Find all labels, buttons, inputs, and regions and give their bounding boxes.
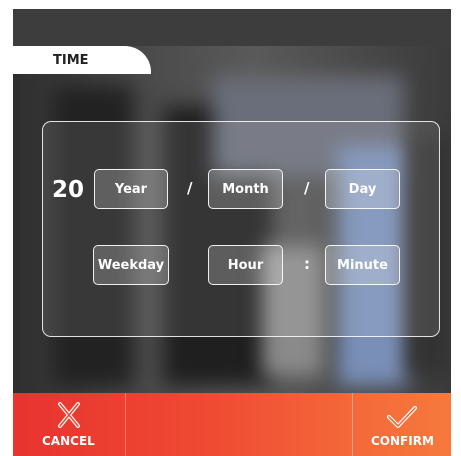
weekday-field-label: Weekday — [97, 257, 165, 273]
confirm-label: CONFIRM — [371, 434, 434, 448]
minute-field[interactable]: Minute — [325, 245, 400, 285]
cancel-button[interactable]: CANCEL — [13, 393, 125, 456]
day-field-label: Day — [348, 181, 377, 197]
minute-field-label: Minute — [337, 257, 388, 273]
datetime-panel — [42, 121, 440, 337]
time-tab-label: TIME — [53, 53, 89, 68]
year-field-label: Year — [114, 181, 148, 197]
time-tab: TIME — [13, 46, 151, 74]
month-field-label: Month — [222, 181, 269, 197]
time-separator: : — [304, 255, 310, 273]
confirm-button[interactable]: CONFIRM — [353, 393, 451, 456]
cancel-label: CANCEL — [42, 434, 95, 448]
month-field[interactable]: Month — [208, 169, 283, 209]
top-bar — [13, 9, 451, 46]
device-screen: TIME 20 Year / Month / Day Weekday Hour … — [13, 9, 451, 456]
check-icon — [387, 406, 417, 428]
weekday-field[interactable]: Weekday — [93, 245, 169, 285]
action-bar: CANCEL CONFIRM — [13, 393, 451, 456]
x-icon — [58, 402, 80, 428]
hour-field-label: Hour — [227, 257, 264, 273]
date-separator-1: / — [187, 179, 193, 197]
year-prefix: 20 — [52, 177, 85, 203]
year-field[interactable]: Year — [94, 169, 168, 209]
day-field[interactable]: Day — [325, 169, 400, 209]
action-divider-left — [125, 393, 126, 456]
date-separator-2: / — [304, 179, 310, 197]
hour-field[interactable]: Hour — [208, 245, 283, 285]
